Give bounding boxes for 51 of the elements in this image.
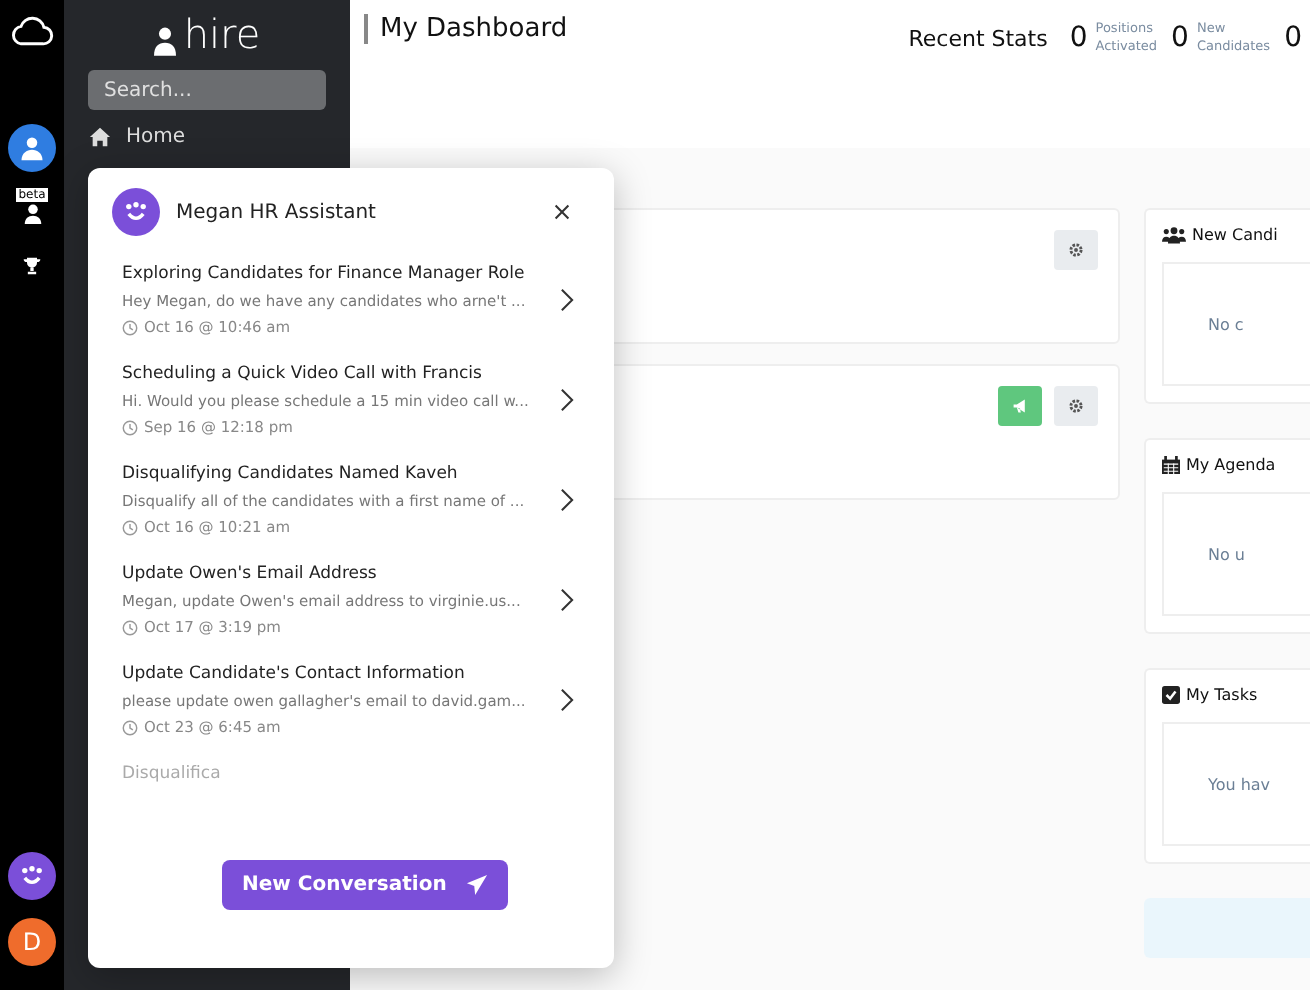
search-field[interactable]: Search... bbox=[88, 70, 326, 110]
brand-logo: hire bbox=[183, 12, 261, 56]
sidebar-item-label: Home bbox=[126, 126, 186, 148]
widget-title: My Agenda bbox=[1186, 456, 1276, 474]
new-conversation-button[interactable]: New Conversation bbox=[222, 860, 509, 910]
bot-avatar-icon[interactable] bbox=[8, 852, 56, 900]
person-icon[interactable] bbox=[21, 202, 43, 224]
empty-message: You hav bbox=[1208, 775, 1271, 793]
cloud-icon[interactable] bbox=[10, 16, 54, 46]
settings-icon bbox=[1068, 242, 1084, 258]
person-icon bbox=[153, 26, 176, 56]
checkbox-icon bbox=[1162, 686, 1180, 704]
conversation-title: Disqualifying Candidates Named Kaveh bbox=[122, 464, 460, 484]
conversation-title: Exploring Candidates for Finance Manager Role bbox=[122, 264, 526, 284]
clock-icon bbox=[122, 719, 138, 735]
chevron-right-icon bbox=[560, 688, 574, 712]
user-icon[interactable] bbox=[8, 124, 56, 172]
conversation-title: Update Candidate's Contact Information bbox=[122, 664, 467, 684]
sidebar-item[interactable]: Home bbox=[88, 126, 326, 148]
chevron-right-icon bbox=[560, 588, 574, 612]
clock-icon bbox=[122, 519, 138, 535]
close-icon[interactable] bbox=[554, 204, 570, 220]
widget-title: New Candi bbox=[1192, 226, 1278, 244]
trophy-icon[interactable] bbox=[22, 256, 42, 276]
conversation-title: Disqualifica bbox=[122, 764, 221, 784]
bot-avatar-icon bbox=[112, 188, 160, 236]
conversation-title: Scheduling a Quick Video Call with Francis bbox=[122, 364, 484, 384]
settings-button[interactable] bbox=[1054, 386, 1098, 426]
settings-icon bbox=[1068, 398, 1084, 414]
clock-icon bbox=[122, 319, 138, 335]
stats-label: Recent Stats bbox=[908, 25, 1048, 51]
clock-icon bbox=[122, 619, 138, 635]
stat-value: 0 bbox=[1284, 22, 1302, 54]
empty-message: No u bbox=[1208, 545, 1245, 563]
page-title: My Dashboard bbox=[364, 14, 568, 44]
assistant-title: Megan HR Assistant bbox=[176, 201, 378, 223]
megaphone-icon bbox=[1012, 398, 1028, 414]
chevron-right-icon bbox=[560, 288, 574, 312]
clock-icon bbox=[122, 419, 138, 435]
stat-value: 0 bbox=[1171, 22, 1189, 54]
send-icon bbox=[466, 874, 489, 896]
chevron-right-icon bbox=[560, 488, 574, 512]
chevron-right-icon bbox=[560, 388, 574, 412]
settings-button[interactable] bbox=[1054, 230, 1098, 270]
users-icon bbox=[1162, 226, 1186, 244]
conversation-title: Update Owen's Email Address bbox=[122, 564, 379, 584]
home-icon bbox=[88, 126, 112, 148]
calendar-icon bbox=[1162, 456, 1180, 474]
empty-message: No c bbox=[1208, 315, 1244, 333]
stat-value: 0 bbox=[1069, 22, 1088, 54]
widget-title: My Tasks bbox=[1186, 686, 1258, 704]
